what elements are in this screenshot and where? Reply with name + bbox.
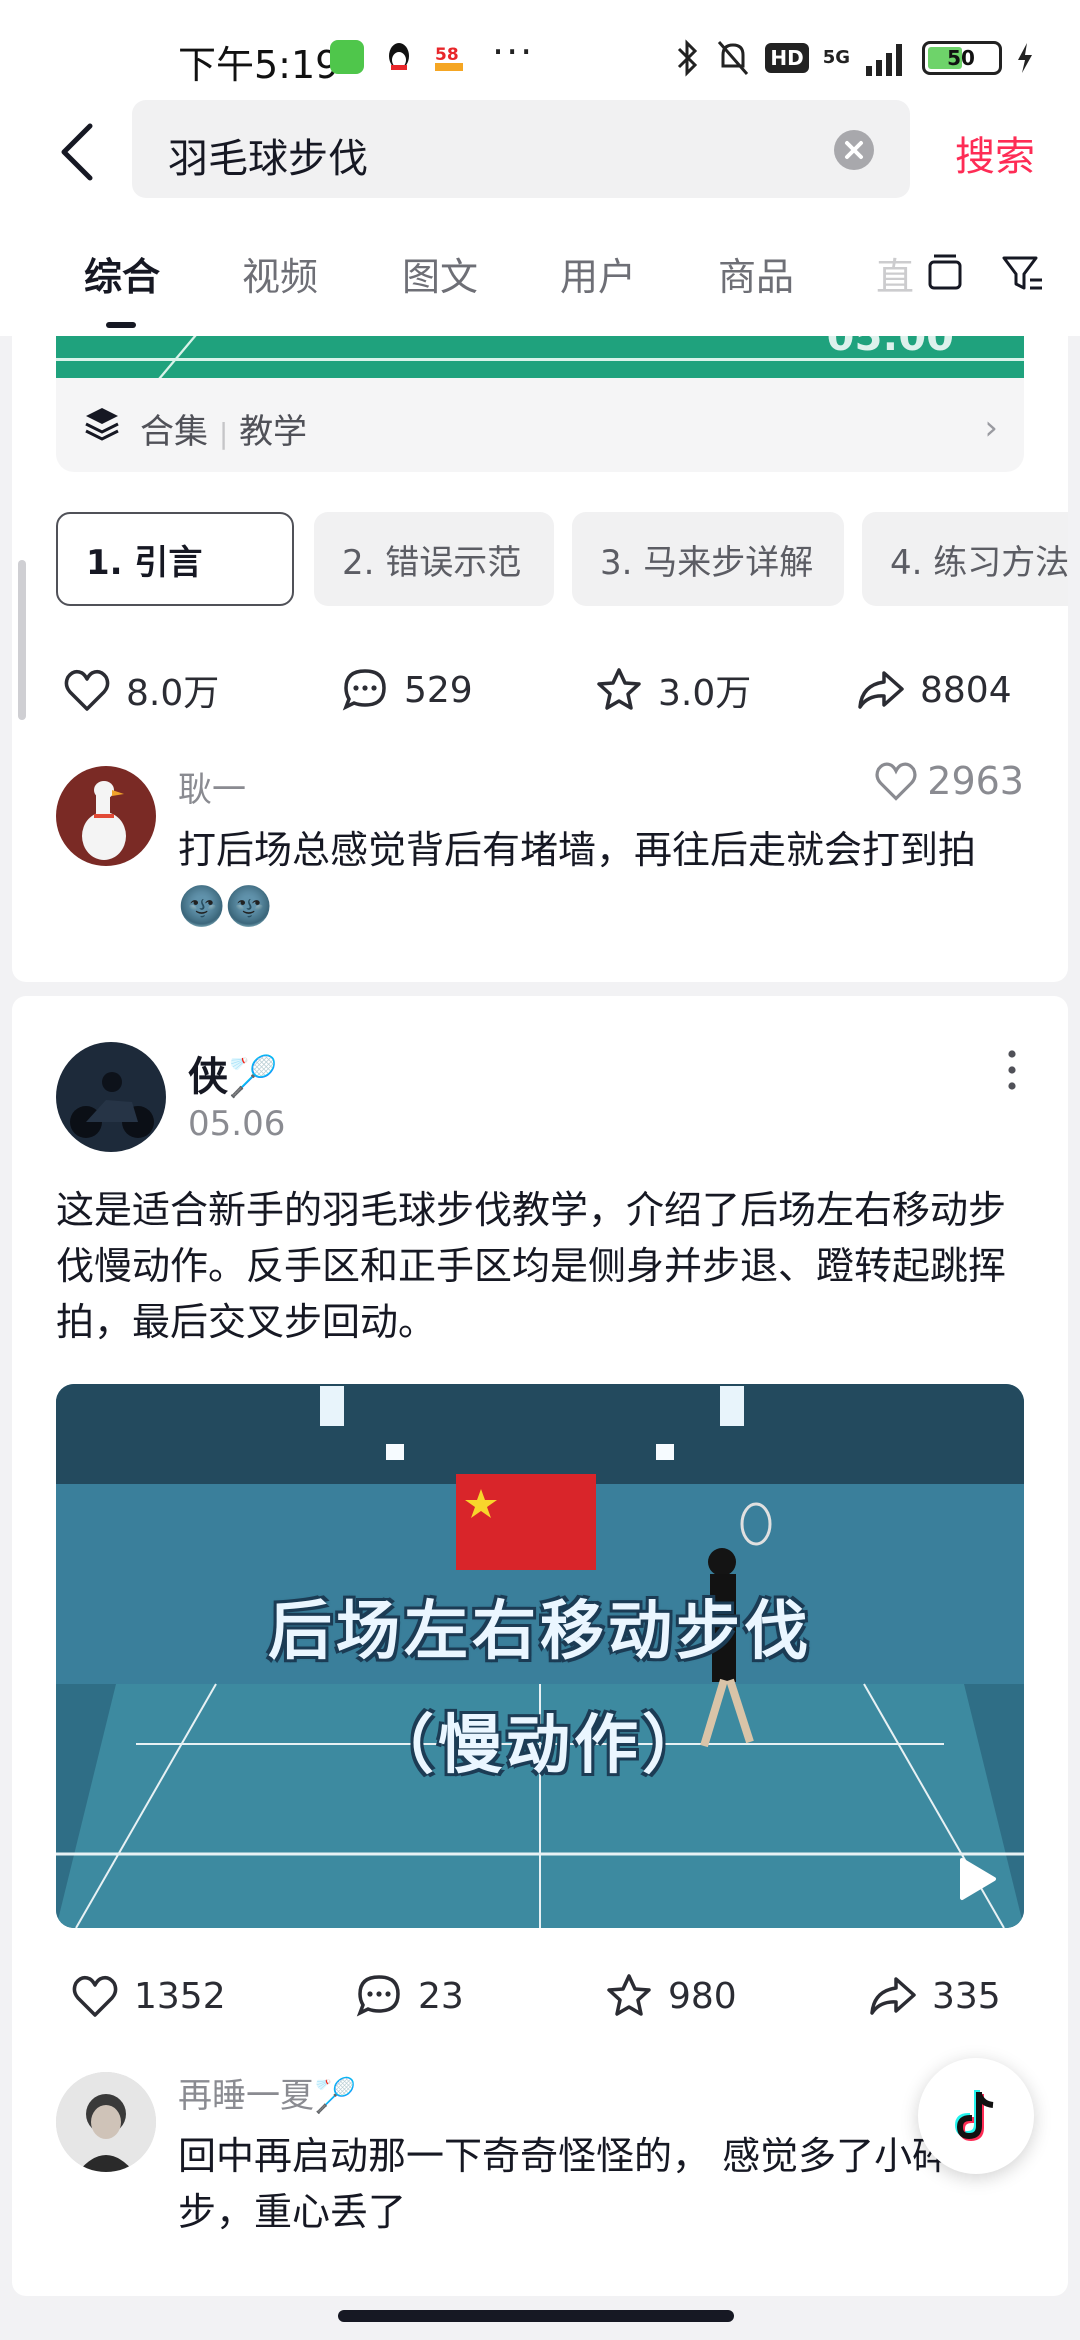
tab-products[interactable]: 商品 (718, 246, 794, 301)
comment-user-avatar[interactable] (56, 766, 156, 866)
post-date: 05.06 (188, 1104, 286, 1144)
chevron-right-icon: › (984, 408, 998, 448)
comment-text: 打后场总感觉背后有堵墙，再往后走就会打到拍🌚🌚 (178, 828, 977, 928)
comment-user-avatar[interactable] (56, 2072, 156, 2172)
share-button[interactable]: 335 (868, 1966, 1001, 2026)
share-arrow-icon (870, 1977, 916, 2015)
star-icon (597, 668, 641, 710)
status-bar: 下午5:19 58 ··· HD 5G 50 (0, 0, 1080, 110)
video-overlay-title: 后场左右移动步伐 (268, 1595, 812, 1669)
more-notifications-icon: ··· (492, 30, 535, 74)
author-avatar[interactable] (56, 1042, 166, 1152)
tab-image-text[interactable]: 图文 (402, 246, 478, 301)
like-count: 1352 (134, 1975, 226, 2017)
card2-action-bar: 1352 23 980 335 (0, 1966, 1080, 2026)
chapter-chip-wrong-demo[interactable]: 2. 错误示范 (314, 512, 554, 606)
battery-level: 50 (947, 46, 975, 70)
comment-username[interactable]: 再睡一夏🏸 (178, 2068, 356, 2117)
chapter-chip-intro[interactable]: 1. 引言 (56, 512, 294, 606)
more-options-icon[interactable] (1000, 1046, 1024, 1094)
post-description[interactable]: 这是适合新手的羽毛球步伐教学，介绍了后场左右移动步伐慢动作。反手区和正手区均是侧… (56, 1182, 1016, 1350)
wechat-notification-icon (330, 40, 364, 74)
search-header: 羽毛球步伐 搜索 (0, 100, 1080, 210)
search-query[interactable]: 羽毛球步伐 (168, 126, 368, 184)
home-indicator[interactable] (338, 2310, 734, 2322)
svg-text:58: 58 (435, 45, 459, 65)
signal-icon (866, 44, 902, 76)
clear-search-icon[interactable] (834, 130, 874, 170)
charging-icon (1018, 43, 1032, 73)
tab-layout-icon[interactable] (922, 250, 968, 296)
comment-icon (356, 1975, 400, 2017)
like-count: 8.0万 (126, 673, 220, 714)
tab-comprehensive[interactable]: 综合 (84, 246, 160, 301)
share-arrow-icon (858, 671, 904, 709)
video-thumbnail-partial[interactable]: 05:00 (56, 336, 1024, 378)
favorite-button[interactable]: 3.0万 (594, 660, 751, 720)
network-type: 5G (822, 47, 850, 68)
share-count: 8804 (920, 669, 1012, 711)
search-button[interactable]: 搜索 (955, 124, 1035, 182)
card1-action-bar: 8.0万 529 3.0万 8804 (0, 660, 1080, 720)
star-icon (607, 1974, 651, 2016)
58-app-notification-icon: 58 (432, 40, 466, 74)
chapter-chips: 1. 引言 2. 错误示范 3. 马来步详解 4. 练习方法 (56, 512, 1068, 608)
play-icon[interactable] (950, 1854, 1000, 1904)
chapter-chip-malay-step[interactable]: 3. 马来步详解 (572, 512, 844, 606)
video-overlay-subtitle: （慢动作） (370, 1709, 710, 1783)
qq-notification-icon (382, 40, 416, 74)
filter-icon[interactable] (1000, 250, 1046, 296)
comment-like-button[interactable]: 2963 (873, 758, 1024, 804)
search-input[interactable]: 羽毛球步伐 (132, 100, 910, 198)
active-tab-indicator (106, 322, 136, 328)
video-duration: 05:00 (826, 336, 954, 360)
favorite-button[interactable]: 980 (604, 1966, 737, 2026)
battery-icon: 50 (922, 41, 1002, 75)
heart-icon (72, 1975, 118, 2017)
tab-live-partial[interactable]: 直 (876, 246, 914, 301)
comment-button[interactable]: 23 (354, 1966, 464, 2026)
layers-icon (85, 408, 119, 441)
scrollbar[interactable] (18, 560, 26, 720)
comment-button[interactable]: 529 (340, 660, 473, 720)
chapter-chip-practice[interactable]: 4. 练习方法 (862, 512, 1068, 606)
comment-count: 529 (404, 669, 473, 711)
back-arrow-icon[interactable] (54, 122, 104, 182)
favorite-count: 3.0万 (658, 673, 752, 714)
comment-icon (342, 669, 386, 711)
mute-bell-icon (718, 41, 749, 75)
heart-icon (64, 669, 110, 711)
author-name[interactable]: 侠🏸 (188, 1044, 278, 1102)
comment-text: 回中再启动那一下奇奇怪怪的， 感觉多了小碎步，重心丢了 (178, 2134, 951, 2234)
douyin-logo-icon (954, 2090, 994, 2142)
share-button[interactable]: 8804 (856, 660, 1012, 720)
douyin-floating-button[interactable] (918, 2058, 1034, 2174)
collection-label: 合集 | 教学 (140, 412, 308, 452)
comment-username[interactable]: 耿一 (178, 762, 246, 811)
favorite-count: 980 (668, 1975, 737, 2017)
like-button[interactable]: 1352 (70, 1966, 226, 2026)
status-right-group: HD 5G 50 (673, 36, 1034, 80)
like-button[interactable]: 8.0万 (62, 660, 219, 720)
bluetooth-icon (678, 39, 698, 77)
video-thumbnail[interactable]: 后场左右移动步伐 （慢动作） (56, 1384, 1024, 1928)
heart-outline-icon (875, 762, 917, 801)
comment-count: 23 (418, 1975, 464, 2017)
share-count: 335 (932, 1975, 1001, 2017)
tab-users[interactable]: 用户 (560, 246, 636, 301)
tab-video[interactable]: 视频 (242, 246, 318, 301)
result-tabs: 综合 视频 图文 用户 商品 直 (0, 210, 1080, 336)
hd-badge: HD (765, 43, 809, 73)
status-time: 下午5:19 (178, 43, 340, 87)
collection-bar[interactable]: 合集 | 教学 › (56, 378, 1024, 472)
comment-like-count: 2963 (927, 759, 1024, 803)
